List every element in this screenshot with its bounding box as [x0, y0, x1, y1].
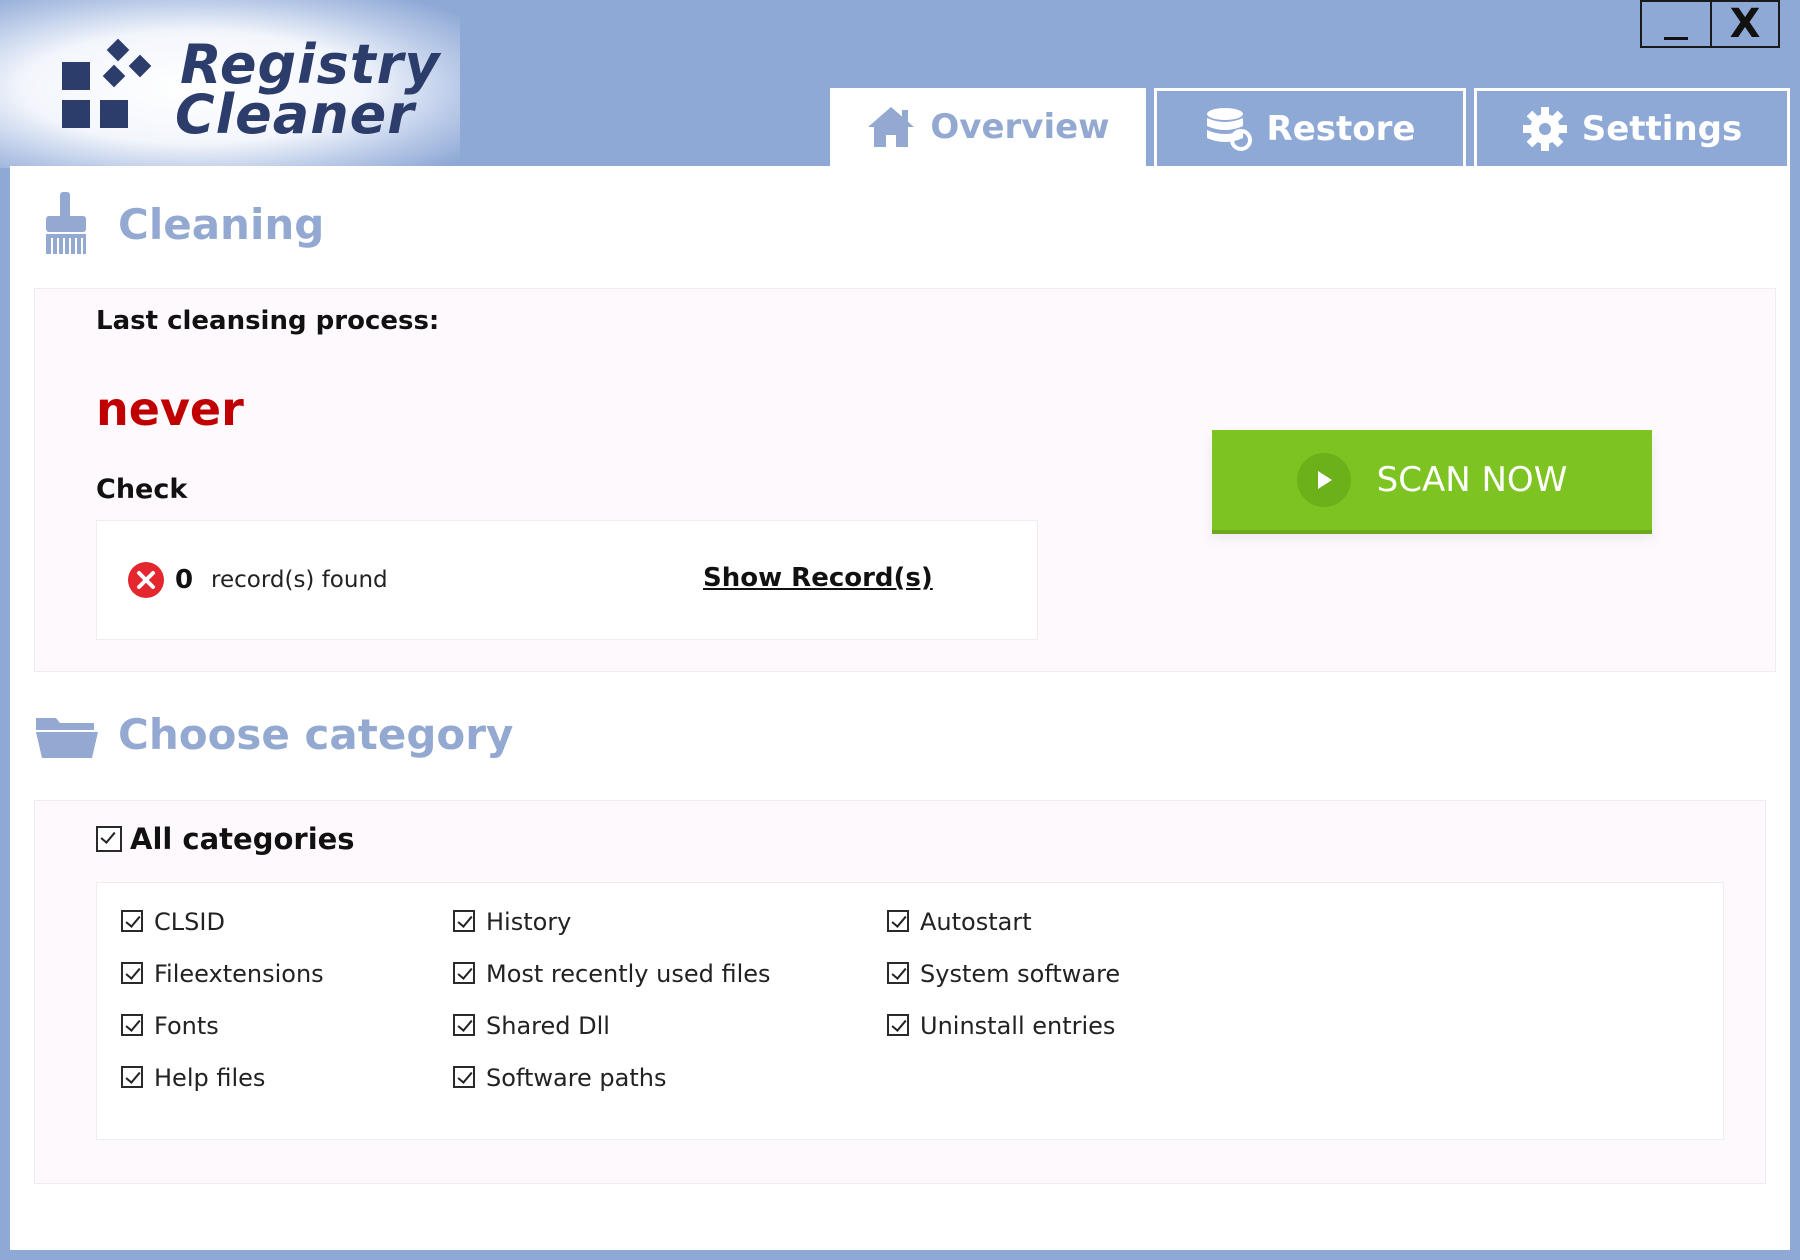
last-cleansing-value: never — [96, 382, 244, 436]
folder-icon — [36, 718, 98, 758]
category-label-fileextensions: Fileextensions — [154, 960, 324, 988]
records-box: 0 record(s) found Show Record(s) — [96, 520, 1038, 640]
checkbox-fonts[interactable] — [121, 1014, 143, 1036]
category-label-most-recently-used-files: Most recently used files — [486, 960, 771, 988]
show-records-link[interactable]: Show Record(s) — [703, 563, 933, 593]
minimize-button[interactable] — [1640, 0, 1712, 48]
category-label-history: History — [486, 908, 572, 936]
brush-icon — [46, 192, 86, 254]
scan-now-button[interactable]: SCAN NOW — [1212, 430, 1652, 530]
scan-now-label: SCAN NOW — [1376, 460, 1568, 500]
category-label-fonts: Fonts — [154, 1012, 219, 1040]
error-icon — [128, 562, 164, 598]
choose-category-title: Choose category — [118, 710, 514, 759]
checkbox-history[interactable] — [453, 910, 475, 932]
checkbox-fileextensions[interactable] — [121, 962, 143, 984]
home-icon — [868, 107, 915, 147]
tab-restore[interactable]: Restore — [1154, 88, 1466, 166]
checkbox-system-software[interactable] — [887, 962, 909, 984]
tab-restore-label: Restore — [1266, 108, 1416, 149]
category-label-system-software: System software — [920, 960, 1121, 988]
checkbox-uninstall-entries[interactable] — [887, 1014, 909, 1036]
close-button[interactable]: X — [1710, 0, 1780, 48]
check-label: Check — [96, 474, 188, 505]
tab-settings-label: Settings — [1581, 108, 1743, 149]
registry-logo-icon — [62, 38, 152, 128]
checkbox-software-paths[interactable] — [453, 1066, 475, 1088]
tab-settings[interactable]: Settings — [1474, 88, 1790, 166]
records-count: 0 — [175, 565, 194, 595]
category-label-software-paths: Software paths — [486, 1064, 667, 1092]
category-label-autostart: Autostart — [920, 908, 1032, 936]
database-restore-icon — [1206, 107, 1252, 151]
all-categories-label: All categories — [130, 822, 355, 856]
checkbox-autostart[interactable] — [887, 910, 909, 932]
minimize-icon — [1664, 36, 1688, 40]
last-cleansing-label: Last cleansing process: — [96, 306, 440, 336]
category-label-help-files: Help files — [154, 1064, 266, 1092]
category-list — [96, 882, 1724, 1140]
all-categories-checkbox[interactable] — [96, 826, 122, 852]
category-label-shared-dll: Shared Dll — [486, 1012, 610, 1040]
cleaning-title: Cleaning — [118, 200, 325, 249]
app-title-line2: Cleaner — [175, 83, 415, 146]
checkbox-clsid[interactable] — [121, 910, 143, 932]
checkbox-most-recently-used-files[interactable] — [453, 962, 475, 984]
checkbox-help-files[interactable] — [121, 1066, 143, 1088]
category-label-clsid: CLSID — [154, 908, 225, 936]
category-label-uninstall-entries: Uninstall entries — [920, 1012, 1116, 1040]
records-found-label: record(s) found — [211, 567, 388, 593]
tab-overview[interactable]: Overview — [830, 88, 1146, 166]
play-icon — [1296, 453, 1351, 507]
gear-icon — [1522, 106, 1567, 151]
tab-overview-label: Overview — [930, 107, 1110, 147]
checkbox-shared-dll[interactable] — [453, 1014, 475, 1036]
